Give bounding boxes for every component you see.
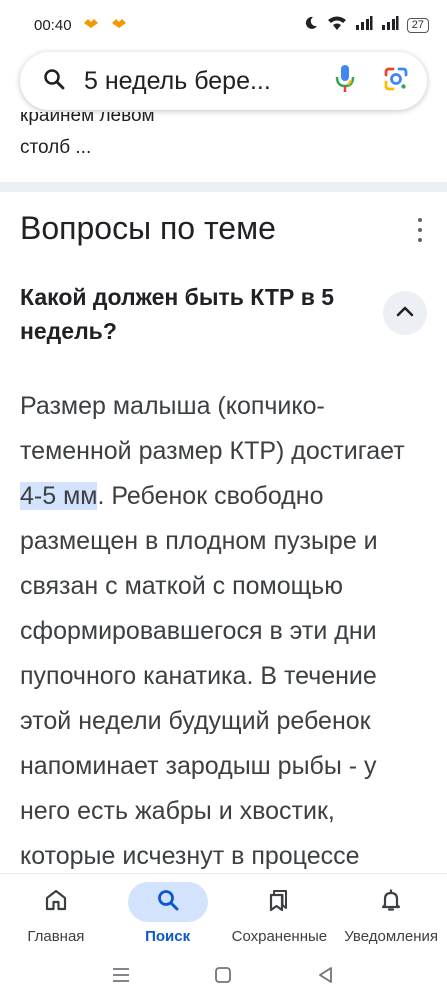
search-actions — [335, 64, 409, 99]
app-notification-icon — [110, 16, 128, 34]
search-bar[interactable]: 5 недель бере... — [20, 52, 427, 110]
wifi-icon — [327, 15, 347, 35]
nav-item-search[interactable]: Поиск — [112, 874, 224, 956]
nav-item-saved[interactable]: Сохраненные — [224, 874, 336, 956]
microphone-icon[interactable] — [335, 64, 355, 99]
collapse-button[interactable] — [383, 291, 427, 335]
search-icon — [156, 888, 180, 917]
nav-label: Уведомления — [344, 928, 439, 945]
answer-text-after: . Ребенок свободно размещен в плодном пу… — [20, 482, 378, 870]
bottom-navigation: Главная Поиск Сохраненные Уведомления — [0, 873, 447, 956]
nav-icon-container — [351, 882, 431, 922]
signal-icon — [381, 16, 399, 34]
related-question[interactable]: Какой должен быть КТР в 5 недель? — [20, 280, 370, 348]
chevron-up-icon — [396, 304, 414, 322]
answer-text: Размер малыша (копчико-теменной размер К… — [20, 384, 432, 879]
back-icon[interactable] — [316, 965, 336, 990]
home-square-icon[interactable] — [213, 965, 233, 990]
previous-result-snippet: крайнем левом столб ... — [20, 112, 420, 172]
search-icon — [42, 67, 66, 96]
nav-label: Поиск — [145, 928, 191, 945]
google-lens-icon[interactable] — [383, 66, 409, 97]
snippet-partial-line: крайнем левом — [20, 112, 155, 126]
app-notification-icon — [82, 16, 100, 34]
snippet-line: столб ... — [20, 137, 92, 158]
status-time: 00:40 — [34, 16, 72, 34]
home-icon — [44, 888, 68, 917]
menu-icon[interactable] — [111, 966, 131, 989]
system-navigation-bar — [0, 955, 447, 1000]
status-bar: 00:40 27 — [0, 0, 447, 50]
nav-item-notifications[interactable]: Уведомления — [335, 874, 447, 956]
signal-icon — [355, 16, 373, 34]
nav-icon-container — [127, 882, 208, 922]
status-right: 27 — [303, 15, 429, 35]
search-input[interactable]: 5 недель бере... — [84, 67, 335, 96]
nav-icon-container — [16, 882, 96, 922]
nav-item-home[interactable]: Главная — [0, 874, 112, 956]
battery-icon: 27 — [406, 17, 429, 33]
bell-icon — [379, 888, 403, 917]
section-divider — [0, 182, 447, 192]
bookmarks-icon — [267, 888, 291, 917]
nav-icon-container — [239, 882, 319, 922]
nav-label: Сохраненные — [231, 928, 328, 945]
moon-icon — [303, 15, 319, 35]
related-questions-title: Вопросы по теме — [20, 210, 276, 246]
status-left: 00:40 — [34, 16, 128, 34]
nav-label: Главная — [27, 928, 85, 945]
battery-level: 27 — [411, 18, 424, 31]
answer-text-before: Размер малыша (копчико-теменной размер К… — [20, 392, 405, 465]
more-options-icon[interactable] — [410, 218, 430, 242]
answer-highlight: 4-5 мм — [20, 482, 98, 510]
